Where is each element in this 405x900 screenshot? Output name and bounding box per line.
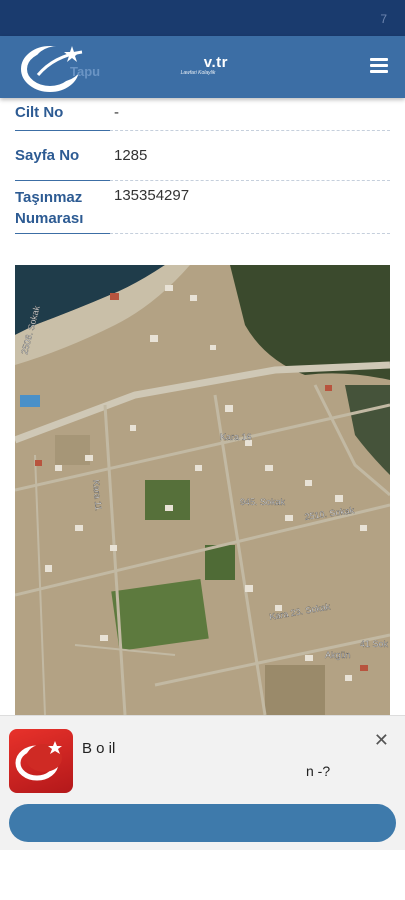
field-row-cilt-no: Cilt No - xyxy=(15,98,390,131)
street-label: Akgün xyxy=(325,650,351,660)
field-label-line2: Numarası xyxy=(15,210,84,227)
header-faded-text: Tapu xyxy=(70,64,101,79)
street-label: 945. Sokak xyxy=(240,497,286,507)
street-label: 41 Sok xyxy=(360,639,389,649)
banner-subtitle: n -? xyxy=(306,763,331,779)
parcel-info-list: Cilt No - Sayfa No 1285 Taşınmaz Numaras… xyxy=(15,98,390,234)
status-bar: 7 xyxy=(0,0,405,36)
field-value: 135354297 xyxy=(110,181,390,234)
field-label: Cilt No xyxy=(15,98,110,131)
satellite-map[interactable]: 945. Sokak 2510. Sokak Kara 23. Sokak Ka… xyxy=(15,265,390,715)
status-indicator: 7 xyxy=(380,12,387,26)
brand-main-text: v.tr xyxy=(203,54,228,71)
field-label: Sayfa No xyxy=(15,131,110,181)
field-row-sayfa-no: Sayfa No 1285 xyxy=(15,131,390,181)
close-icon[interactable]: ✕ xyxy=(374,730,389,751)
street-label: Kara 16 xyxy=(220,432,252,442)
banner-title: B o il xyxy=(82,740,116,757)
app-install-banner: B o il n -? ✕ xyxy=(0,715,405,850)
field-value: - xyxy=(110,98,390,131)
brand-tagline: Lawfari Kolaylik xyxy=(180,70,216,76)
brand-wordmark: v.tr Lawfari Kolaylik xyxy=(168,54,228,76)
app-header: Tapu v.tr Lawfari Kolaylik xyxy=(0,36,405,98)
field-value: 1285 xyxy=(110,131,390,181)
app-logo-icon xyxy=(9,729,73,793)
field-label: Taşınmaz Numarası xyxy=(15,181,110,234)
field-row-tasinmaz-no: Taşınmaz Numarası 135354297 xyxy=(15,181,390,234)
field-label-line1: Taşınmaz xyxy=(15,189,83,206)
hamburger-menu-icon[interactable] xyxy=(370,58,388,74)
install-button[interactable] xyxy=(9,804,396,842)
